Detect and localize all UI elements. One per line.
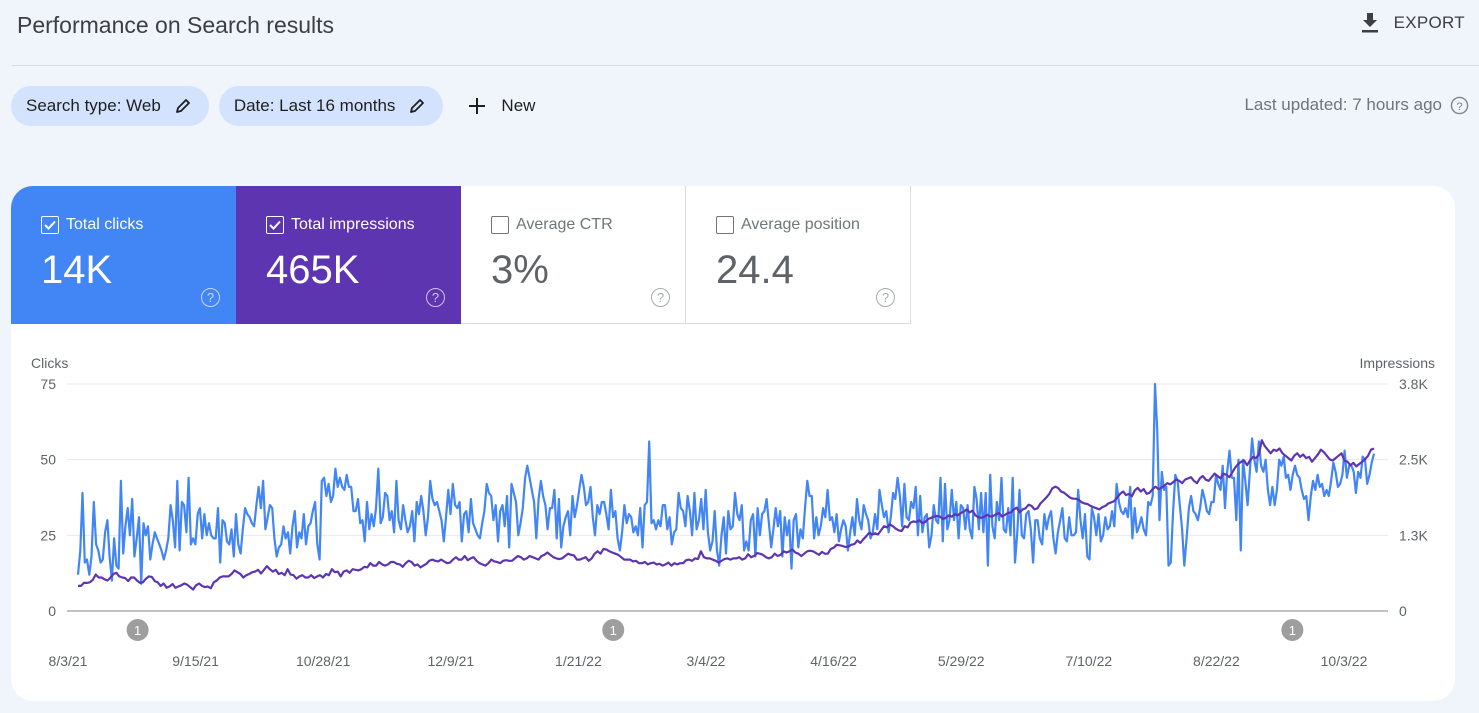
date-filter-chip[interactable]: Date: Last 16 months <box>218 86 444 126</box>
chip-label: Date: Last 16 months <box>233 96 396 115</box>
x-tick-label: 10/3/22 <box>1321 653 1368 669</box>
metric-total-impressions[interactable]: Total impressions 465K ? <box>236 186 461 324</box>
search-type-filter-chip[interactable]: Search type: Web <box>11 86 209 126</box>
metric-value: 3% <box>491 248 549 292</box>
new-filter-button[interactable]: New <box>467 96 535 116</box>
new-filter-label: New <box>501 96 536 115</box>
x-tick-label: 4/16/22 <box>810 653 857 669</box>
left-tick-label: 75 <box>40 376 56 392</box>
metric-label-row: Total clicks <box>41 216 143 234</box>
annotation-label: 1 <box>134 623 141 638</box>
annotation-label: 1 <box>610 623 617 638</box>
help-icon[interactable]: ? <box>651 288 670 307</box>
download-icon <box>1361 13 1378 33</box>
checkbox-unchecked-icon[interactable] <box>716 216 734 234</box>
metric-label-row: Total impressions <box>266 216 415 234</box>
last-updated: Last updated: 7 hours ago ? <box>1244 95 1469 115</box>
export-button[interactable]: EXPORT <box>1360 12 1465 34</box>
annotation-marker[interactable]: 1 <box>1281 619 1304 641</box>
metric-label: Total impressions <box>291 216 415 233</box>
right-tick-label: 2.5K <box>1399 452 1428 468</box>
checkbox-checked-icon[interactable] <box>41 216 59 234</box>
metric-value: 24.4 <box>716 248 794 292</box>
x-tick-label: 3/4/22 <box>687 653 726 669</box>
help-icon[interactable]: ? <box>426 288 445 307</box>
metric-label: Total clicks <box>66 216 144 233</box>
metric-average-position[interactable]: Average position 24.4 ? <box>686 186 911 324</box>
line-chart-svg: Clicks Impressions 0 025 1.3K50 2.5K75 3.8K … <box>31 355 1435 669</box>
svg-text:?: ? <box>1456 100 1462 112</box>
filter-bar: Search type: Web Date: Last 16 months Ne… <box>11 86 535 126</box>
x-tick-label: 10/28/21 <box>296 653 351 669</box>
annotation-label: 1 <box>1289 623 1296 638</box>
export-label: EXPORT <box>1393 13 1465 32</box>
right-axis-label: Impressions <box>1360 355 1435 371</box>
left-tick-label: 25 <box>40 527 56 543</box>
right-tick-label: 1.3K <box>1399 527 1428 543</box>
performance-card: Total clicks 14K ? Total impressions 465… <box>11 186 1455 701</box>
edit-pencil-icon <box>175 99 190 113</box>
metric-value: 14K <box>41 248 113 292</box>
checkbox-unchecked-icon[interactable] <box>491 216 509 234</box>
right-tick-label: 0 <box>1399 603 1407 619</box>
metric-label-row: Average CTR <box>491 216 613 234</box>
help-icon[interactable]: ? <box>1450 96 1469 115</box>
last-updated-text: Last updated: 7 hours ago <box>1244 95 1442 114</box>
chip-label: Search type: Web <box>26 96 161 115</box>
metric-value: 465K <box>266 248 360 292</box>
annotation-marker[interactable]: 1 <box>602 619 625 641</box>
left-tick-label: 0 <box>48 603 56 619</box>
performance-chart: Clicks Impressions 0 0 25 1.3K 50 2.5K 75 3.8K … <box>11 346 1455 701</box>
edit-pencil-icon <box>410 99 425 113</box>
series-line-clicks <box>76 382 1376 585</box>
x-tick-label: 8/22/22 <box>1193 653 1240 669</box>
annotation-marker[interactable]: 1 <box>126 619 149 641</box>
header-divider <box>12 65 1479 66</box>
help-icon[interactable]: ? <box>876 288 895 307</box>
metric-label: Average CTR <box>516 216 613 233</box>
x-tick-label: 9/15/21 <box>172 653 219 669</box>
checkbox-checked-icon[interactable] <box>266 216 284 234</box>
metric-label-row: Average position <box>716 216 860 234</box>
page-title: Performance on Search results <box>17 12 335 38</box>
plus-icon <box>469 98 486 114</box>
metric-label: Average position <box>741 216 860 233</box>
left-axis-label: Clicks <box>31 355 68 371</box>
right-tick-label: 3.8K <box>1399 376 1428 392</box>
metric-average-ctr[interactable]: Average CTR 3% ? <box>461 186 686 324</box>
metric-tabs: Total clicks 14K ? Total impressions 465… <box>11 186 911 324</box>
x-tick-label: 12/9/21 <box>427 653 474 669</box>
x-tick-label: 7/10/22 <box>1065 653 1112 669</box>
help-icon[interactable]: ? <box>201 288 220 307</box>
left-tick-label: 50 <box>40 452 56 468</box>
x-tick-label: 8/3/21 <box>49 653 88 669</box>
x-tick-label: 1/21/22 <box>555 653 602 669</box>
metric-total-clicks[interactable]: Total clicks 14K ? <box>11 186 236 324</box>
page-header: Performance on Search results EXPORT <box>0 0 1479 66</box>
x-tick-label: 5/29/22 <box>938 653 985 669</box>
